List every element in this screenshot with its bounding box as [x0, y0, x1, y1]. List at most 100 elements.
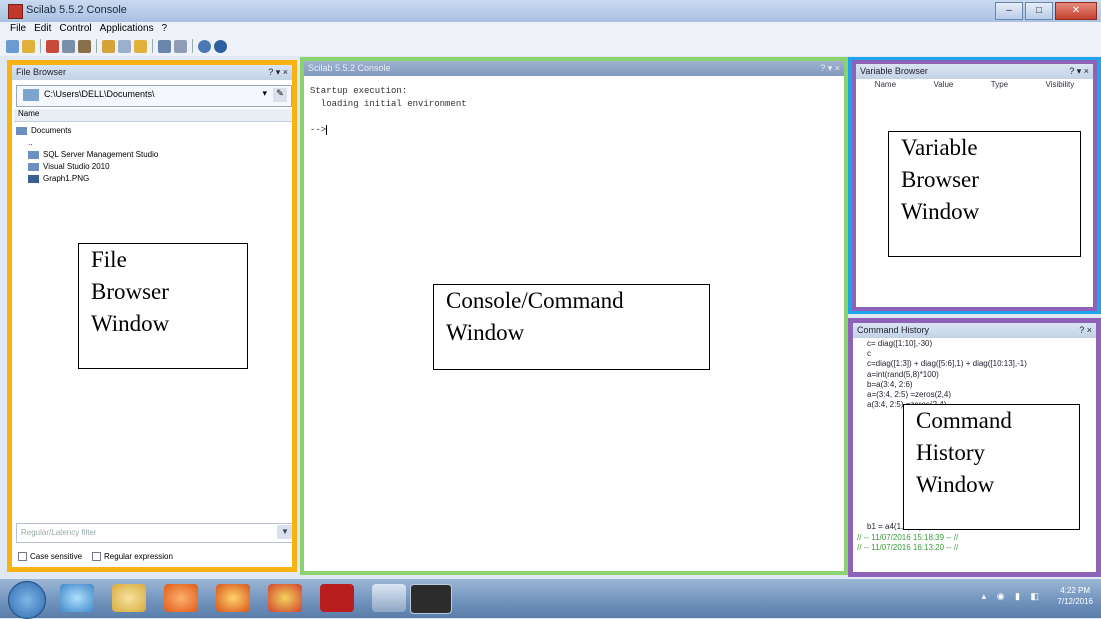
system-tray-icons[interactable]: ▴ ◉ ▮ ◧ — [982, 591, 1043, 602]
annotation-line: Browser — [901, 167, 979, 192]
panel-controls[interactable]: ? ▾ × — [820, 61, 840, 76]
clear-console-icon[interactable] — [134, 39, 147, 53]
toolbar-separator — [192, 39, 193, 53]
modules-manager-icon[interactable] — [158, 39, 171, 53]
acrobat-icon[interactable] — [320, 584, 354, 612]
console-title: Scilab 5.5.2 Console — [308, 63, 391, 73]
console-output[interactable]: Startup execution: loading initial envir… — [310, 85, 467, 137]
copy-icon[interactable] — [62, 39, 75, 53]
tree-item[interactable]: Graph1.PNG — [16, 173, 158, 185]
help-icon[interactable] — [214, 39, 227, 53]
scilab-app-icon — [8, 4, 23, 19]
close-button[interactable]: ✕ — [1055, 2, 1097, 20]
file-filter-input[interactable]: Regular/Latency filter ▼ — [16, 523, 292, 543]
case-sensitive-checkbox[interactable]: Case sensitive — [18, 552, 82, 561]
command-history-panel: Command History ? × c= diag([1:10],-30) c… — [848, 318, 1101, 577]
annotation-line: Window — [901, 199, 980, 224]
office-icon[interactable] — [372, 584, 406, 612]
history-entry[interactable]: c=diag([1:3]) + diag([5:6],1) + diag([10… — [867, 359, 1027, 369]
console-prompt[interactable]: --> — [310, 124, 467, 137]
chevron-down-icon[interactable]: ▾ — [262, 88, 267, 99]
console-annotation: Console/Command Window — [433, 284, 710, 370]
regex-checkbox[interactable]: Regular expression — [92, 552, 173, 561]
folder-icon — [23, 89, 39, 101]
menu-file[interactable]: File — [10, 22, 26, 36]
history-session[interactable]: // -- 11/07/2016 15:18:39 -- // — [857, 533, 1027, 543]
open-file-icon[interactable] — [22, 39, 35, 53]
history-entry[interactable]: c — [867, 349, 1027, 359]
menu-applications[interactable]: Applications — [100, 22, 154, 36]
toolbar-separator — [40, 39, 41, 53]
menu-help[interactable]: ? — [162, 22, 168, 36]
file-browser-title: File Browser — [16, 67, 67, 77]
console-header: Scilab 5.5.2 Console ? ▾ × — [304, 61, 844, 76]
menu-bar: File Edit Control Applications ? — [0, 22, 1101, 36]
taskbar: ▴ ◉ ▮ ◧ 4:22 PM 7/12/2016 — [0, 579, 1101, 619]
internet-explorer-icon[interactable] — [60, 584, 94, 612]
column-name[interactable]: Name — [875, 80, 896, 89]
image-file-icon — [28, 175, 39, 183]
media-player-icon[interactable] — [164, 584, 198, 612]
column-visibility[interactable]: Visibility — [1046, 80, 1075, 89]
text-cursor — [326, 125, 333, 135]
history-entry[interactable]: a=(3:4, 2:5) =zeros(2,4) — [867, 390, 1027, 400]
clock-date: 7/12/2016 — [1057, 597, 1093, 606]
path-combobox[interactable]: C:\Users\DELL\Documents\ ▾ ✎ — [16, 85, 292, 107]
console-line: loading initial environment — [310, 99, 467, 109]
column-type[interactable]: Type — [991, 80, 1008, 89]
tree-item[interactable]: Visual Studio 2010 — [16, 161, 158, 173]
clock-time: 4:22 PM — [1060, 586, 1091, 595]
xcos-icon[interactable] — [174, 39, 187, 53]
annotation-line: Console/Command — [446, 288, 624, 313]
column-value[interactable]: Value — [933, 80, 953, 89]
toolbar-separator — [152, 39, 153, 53]
demos-icon[interactable] — [198, 39, 211, 53]
history-entry[interactable]: c= diag([1:10],-30) — [867, 339, 1027, 349]
tree-item[interactable]: SQL Server Management Studio — [16, 149, 158, 161]
panel-controls[interactable]: ? × — [1079, 323, 1092, 338]
tree-item[interactable]: .. — [16, 137, 158, 149]
print-icon[interactable] — [118, 39, 131, 53]
change-directory-icon[interactable] — [102, 39, 115, 53]
title-bar: Scilab 5.5.2 Console – □ ✕ — [0, 0, 1101, 22]
history-session[interactable]: // -- 11/07/2016 16:13:20 -- // — [857, 543, 1027, 553]
toolbar — [0, 36, 1101, 56]
tree-item[interactable]: Documents — [16, 125, 158, 137]
annotation-line: Variable — [901, 135, 978, 160]
annotation-line: Window — [916, 472, 995, 497]
name-column-header[interactable]: Name — [14, 109, 292, 122]
annotation-line: File — [91, 247, 127, 272]
console-line: Startup execution: — [310, 86, 408, 96]
history-entry[interactable]: a=int(rand(5,8)*100) — [867, 370, 1027, 380]
minimize-button[interactable]: – — [995, 2, 1023, 20]
paste-icon[interactable] — [78, 39, 91, 53]
panel-controls[interactable]: ? ▾ × — [1069, 64, 1089, 79]
filter-icon[interactable]: ▼ — [277, 525, 292, 539]
panel-controls[interactable]: ? ▾ × — [268, 65, 288, 80]
current-path: C:\Users\DELL\Documents\ — [44, 89, 155, 99]
variable-browser-panel: Variable Browser ? ▾ × Name Value Type V… — [852, 60, 1097, 311]
console-panel[interactable]: Scilab 5.5.2 Console ? ▾ × Startup execu… — [300, 57, 848, 575]
variable-browser-header: Variable Browser ? ▾ × — [856, 64, 1093, 79]
cut-icon[interactable] — [46, 39, 59, 53]
scilab-taskbar-icon[interactable] — [410, 584, 452, 614]
firefox-icon[interactable] — [216, 584, 250, 612]
new-script-icon[interactable] — [6, 39, 19, 53]
file-browser-annotation: File Browser Window — [78, 243, 248, 369]
variable-browser-annotation: Variable Browser Window — [888, 131, 1081, 257]
menu-control[interactable]: Control — [59, 22, 91, 36]
start-button[interactable] — [8, 581, 46, 619]
browse-button[interactable]: ✎ — [273, 88, 287, 102]
file-explorer-icon[interactable] — [112, 584, 146, 612]
chrome-icon[interactable] — [268, 584, 302, 612]
file-browser-panel: File Browser ? ▾ × C:\Users\DELL\Documen… — [7, 60, 297, 572]
variable-browser-title: Variable Browser — [860, 66, 928, 76]
menu-edit[interactable]: Edit — [34, 22, 51, 36]
history-entry[interactable]: b=a(3:4, 2:6) — [867, 380, 1027, 390]
folder-icon — [16, 127, 27, 135]
clock[interactable]: 4:22 PM 7/12/2016 — [1057, 585, 1093, 607]
annotation-line: Window — [446, 320, 525, 345]
window-controls: – □ ✕ — [993, 2, 1097, 20]
maximize-button[interactable]: □ — [1025, 2, 1053, 20]
